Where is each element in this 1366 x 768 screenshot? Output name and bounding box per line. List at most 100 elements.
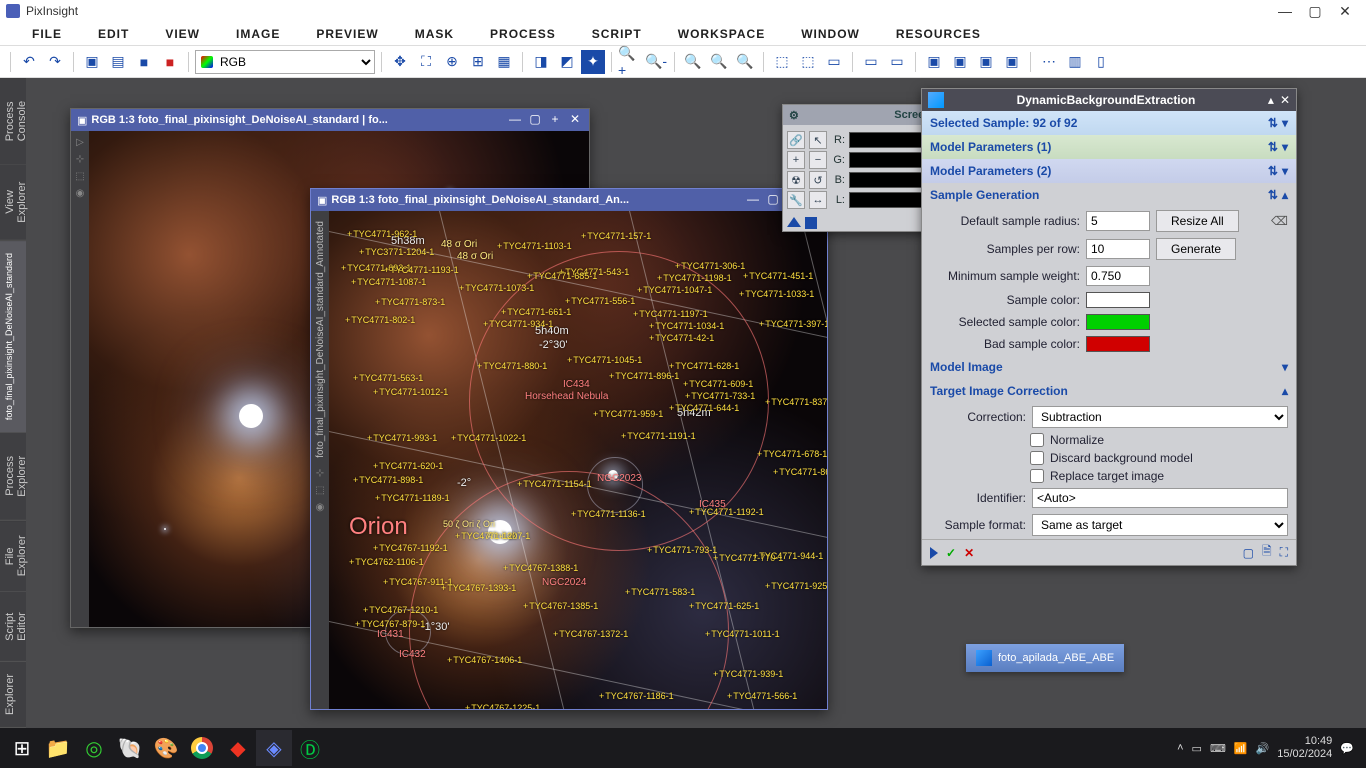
menu-window[interactable]: WINDOW [783, 27, 878, 41]
tab-script-editor[interactable]: Script Editor [0, 592, 26, 662]
dbe-panel[interactable]: DynamicBackgroundExtraction ▴ ✕ Selected… [921, 88, 1297, 566]
section-sample-generation[interactable]: Sample Generation ⇅▴ [922, 183, 1296, 207]
wifi-icon[interactable]: 📶 [1234, 742, 1248, 755]
paint-icon[interactable]: 🎨 [148, 730, 184, 766]
menu-edit[interactable]: EDIT [80, 27, 147, 41]
selection-icon[interactable]: ▭ [822, 50, 846, 74]
grid-icon[interactable]: ▦ [492, 50, 516, 74]
resize-all-button[interactable]: Resize All [1156, 210, 1239, 232]
tool-icon[interactable]: ▣ [948, 50, 972, 74]
cancel-icon[interactable]: ✕ [964, 546, 974, 560]
tool-icon[interactable]: ■ [132, 50, 156, 74]
close-button[interactable]: ✕ [1330, 3, 1360, 20]
tool-icon[interactable]: ■ [158, 50, 182, 74]
image-window-2-header[interactable]: ▣ RGB 1:3 foto_final_pixinsight_DeNoiseA… [311, 189, 827, 211]
apply-icon[interactable] [930, 547, 938, 559]
nuclear-icon[interactable]: ☢ [787, 171, 805, 189]
win-max-icon[interactable]: ▢ [527, 112, 543, 128]
tab-explorer[interactable]: Explorer [0, 662, 26, 728]
input-minw[interactable] [1086, 266, 1150, 286]
zoom-icon[interactable]: 🔍 [733, 50, 757, 74]
pixinsight-taskbar-icon[interactable]: ◈ [256, 730, 292, 766]
selection-icon[interactable]: ⬚ [770, 50, 794, 74]
swatch-sample-color[interactable] [1086, 292, 1150, 308]
section-target-correction[interactable]: Target Image Correction ▴ [922, 379, 1296, 403]
section-model-params-2[interactable]: Model Parameters (2) ⇅▾ [922, 159, 1296, 183]
dbe-close-icon[interactable]: ✕ [1280, 93, 1290, 107]
tool-icon[interactable]: ▣ [80, 50, 104, 74]
link-icon[interactable]: 🔗 [787, 131, 805, 149]
maximize-button[interactable]: ▢ [1300, 3, 1330, 20]
square-icon[interactable]: ▢ [1243, 546, 1254, 560]
selection-icon[interactable]: ▭ [885, 50, 909, 74]
select-format[interactable]: Same as target [1032, 514, 1288, 536]
chrome-icon[interactable] [184, 730, 220, 766]
menu-mask[interactable]: MASK [397, 27, 472, 41]
zoom-icon[interactable]: 🔍 [707, 50, 731, 74]
image-window-2-canvas[interactable]: Orion IC434 Horsehead Nebula NGC2023 NGC… [329, 211, 827, 709]
section-model-params-1[interactable]: Model Parameters (1) ⇅▾ [922, 135, 1296, 159]
notifications-icon[interactable]: 💬 [1340, 742, 1354, 755]
fit-icon[interactable]: ⛶ [414, 50, 438, 74]
mask-icon[interactable]: ◩ [555, 50, 579, 74]
explorer-icon[interactable]: 📁 [40, 730, 76, 766]
image-window-1-header[interactable]: ▣ RGB 1:3 foto_final_pixinsight_DeNoiseA… [71, 109, 589, 131]
tool-icon[interactable]: ▥ [1063, 50, 1087, 74]
channel-select[interactable]: RGB [195, 50, 375, 74]
zoom-out-icon[interactable]: − [809, 151, 827, 169]
delete-icon[interactable]: ⌫ [1271, 214, 1288, 228]
minimized-image-tile[interactable]: foto_apilada_ABE_ABE [966, 644, 1124, 672]
pointer-icon[interactable]: ↖ [809, 131, 827, 149]
swatch-bad-color[interactable] [1086, 336, 1150, 352]
app-icon[interactable]: ◆ [220, 730, 256, 766]
stretch-icon[interactable]: ↔ [809, 191, 827, 209]
tab-file-explorer[interactable]: File Explorer [0, 521, 26, 592]
minimize-button[interactable]: — [1270, 3, 1300, 19]
check-normalize[interactable] [1030, 433, 1044, 447]
zoom-icon[interactable]: 🔍 [681, 50, 705, 74]
new-instance-icon[interactable] [805, 217, 817, 229]
zoom-in-icon[interactable]: + [787, 151, 805, 169]
apply-icon[interactable] [787, 217, 801, 227]
keyboard-icon[interactable]: ⌨ [1210, 742, 1226, 755]
dbe-header[interactable]: DynamicBackgroundExtraction ▴ ✕ [922, 89, 1296, 111]
tool-icon[interactable]: ▤ [106, 50, 130, 74]
doc-icon[interactable]: 🗎 [1262, 542, 1272, 563]
tool-icon[interactable]: ▣ [922, 50, 946, 74]
section-selected-sample[interactable]: Selected Sample: 92 of 92 ⇅▾ [922, 111, 1296, 135]
chevron-up-icon[interactable]: ˄ [1177, 742, 1183, 754]
menu-process[interactable]: PROCESS [472, 27, 574, 41]
menu-workspace[interactable]: WORKSPACE [660, 27, 783, 41]
battery-icon[interactable]: ▭ [1192, 742, 1202, 755]
selection-icon[interactable]: ⬚ [796, 50, 820, 74]
undo-icon[interactable]: ↶ [17, 50, 41, 74]
redo-icon[interactable]: ↷ [43, 50, 67, 74]
tab-process-console[interactable]: Process Console [0, 78, 26, 165]
tool-icon[interactable]: ⋯ [1037, 50, 1061, 74]
stf-icon[interactable]: ✦ [581, 50, 605, 74]
tab-view-explorer-image1[interactable]: foto_final_pixinsight_DeNoiseAI_standard [0, 241, 26, 433]
check-icon[interactable]: ✓ [946, 546, 956, 560]
win-plus-icon[interactable]: + [547, 112, 563, 128]
menu-view[interactable]: VIEW [147, 27, 218, 41]
tab-process-explorer[interactable]: Process Explorer [0, 433, 26, 521]
input-spr[interactable] [1086, 239, 1150, 259]
volume-icon[interactable]: 🔊 [1256, 742, 1270, 755]
reset-icon[interactable]: ⛶ [1280, 545, 1288, 560]
generate-button[interactable]: Generate [1156, 238, 1236, 260]
tool-icon[interactable]: ▣ [1000, 50, 1024, 74]
select-correction[interactable]: Subtraction [1032, 406, 1288, 428]
selection-icon[interactable]: ▭ [859, 50, 883, 74]
system-tray[interactable]: ˄ ▭ ⌨ 📶 🔊 10:49 15/02/2024 💬 [1177, 735, 1362, 761]
wrench-icon[interactable]: 🔧 [787, 191, 805, 209]
app-icon[interactable]: 🐚 [112, 730, 148, 766]
app-icon[interactable]: ◎ [76, 730, 112, 766]
win-max-icon[interactable]: ▢ [765, 192, 781, 208]
zoom-in-icon[interactable]: 🔍+ [618, 50, 642, 74]
mask-icon[interactable]: ◨ [529, 50, 553, 74]
start-button[interactable]: ⊞ [4, 730, 40, 766]
check-discard[interactable] [1030, 451, 1044, 465]
tool-icon[interactable]: ▯ [1089, 50, 1113, 74]
section-model-image[interactable]: Model Image ▾ [922, 355, 1296, 379]
check-replace[interactable] [1030, 469, 1044, 483]
